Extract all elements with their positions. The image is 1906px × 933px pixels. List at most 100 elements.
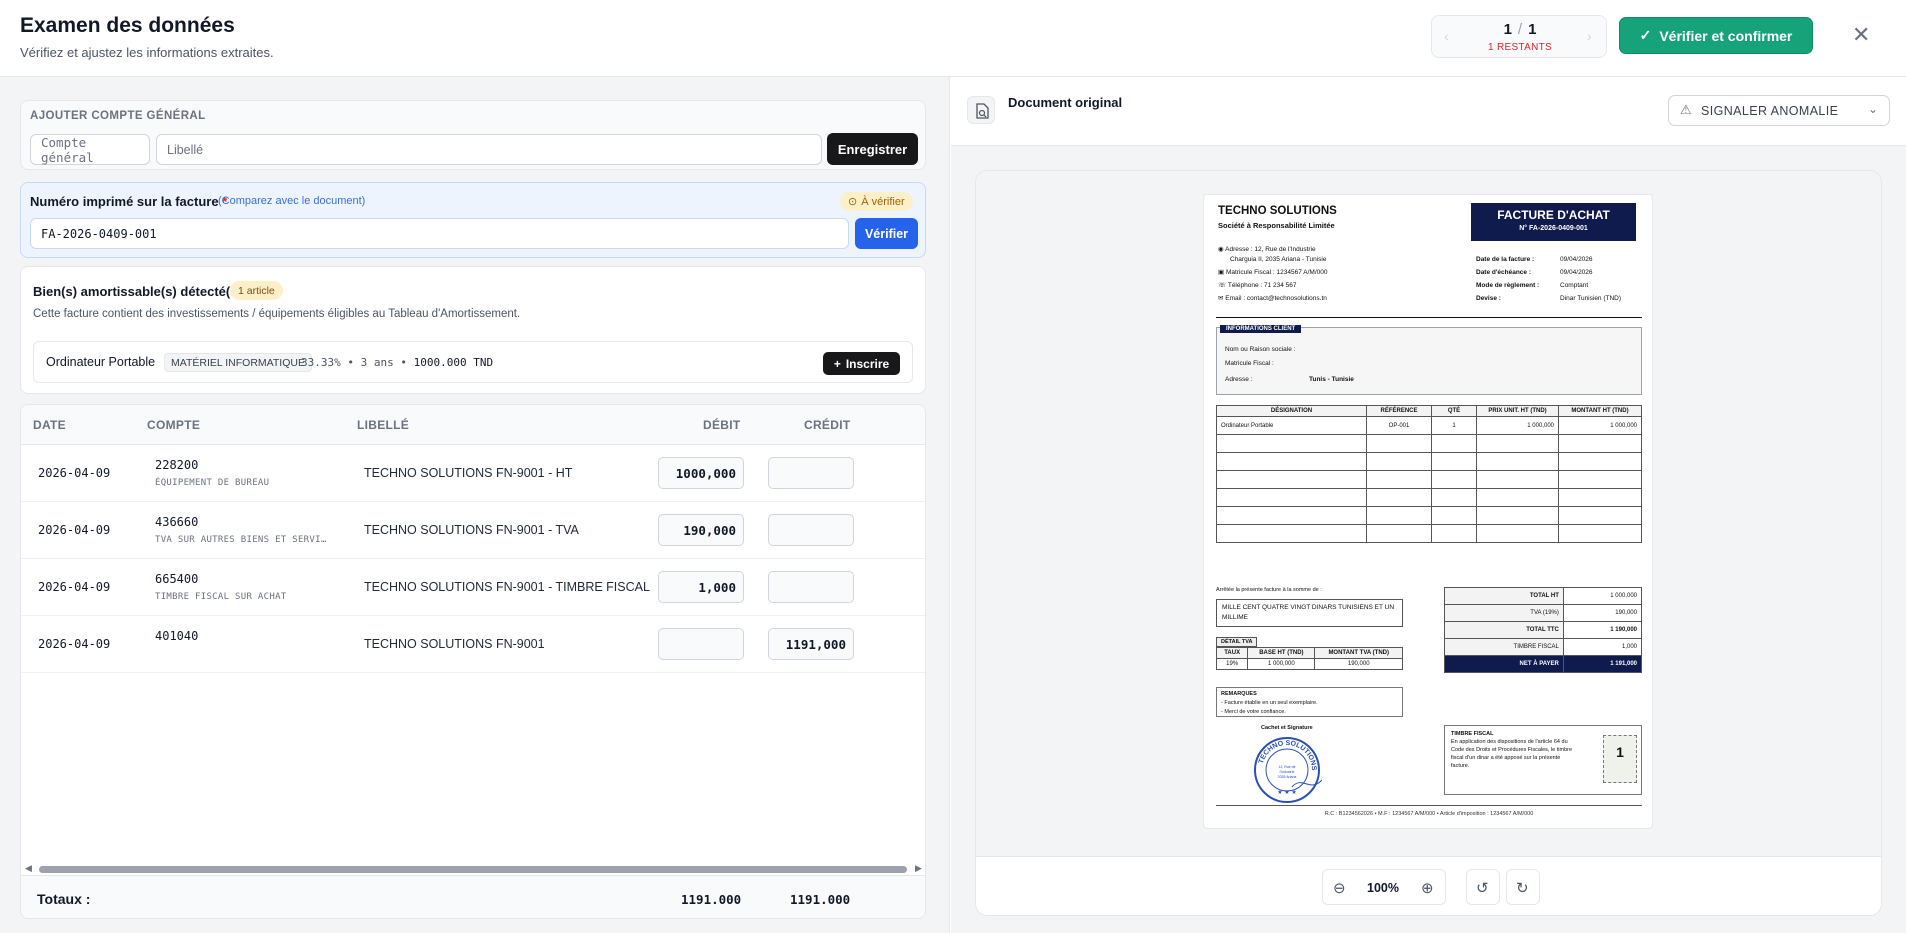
- total-credit: 1191.000: [790, 892, 851, 907]
- phone-icon: ☏: [1218, 282, 1227, 289]
- pager-remaining: 1 RESTANTS: [1488, 42, 1552, 53]
- journal-table: DATE COMPTE LIBELLÉ DÉBIT CRÉDIT 2026-04…: [20, 404, 926, 919]
- check-icon: ✓: [1639, 27, 1652, 43]
- table-row: 2026-04-09 436660 TVA SUR AUTRES BIENS E…: [21, 502, 925, 559]
- add-account-title: AJOUTER COMPTE GÉNÉRAL: [30, 110, 206, 122]
- company-stamp-seal: TECHNO SOLUTIONS 12, Rue de l'Industrie …: [1252, 735, 1323, 805]
- rotate-right-button[interactable]: ↻: [1506, 869, 1540, 905]
- asset-name: Ordinateur Portable: [46, 355, 156, 369]
- rotate-left-button[interactable]: ↺: [1466, 869, 1500, 905]
- warning-icon: ⚠: [1680, 102, 1693, 117]
- inv-amount-words: MILLE CENT QUATRE VINGT DINARS TUNISIENS…: [1216, 599, 1403, 627]
- scroll-left-icon[interactable]: ◀: [25, 863, 32, 874]
- rotate-left-icon: ↺: [1476, 880, 1489, 897]
- inv-company: TECHNO SOLUTIONS: [1218, 205, 1337, 217]
- zoom-toolbar: ⊖ 100% ⊕ ↺ ↻: [976, 856, 1881, 915]
- asset-item: Ordinateur Portable MATÉRIEL INFORMATIQU…: [33, 341, 913, 383]
- scroll-right-icon[interactable]: ▶: [915, 863, 922, 874]
- chevron-right-icon[interactable]: ›: [1587, 28, 1592, 44]
- total-debit: 1191.000: [681, 892, 742, 907]
- depreciable-assets-card: Bien(s) amortissable(s) détecté(s) 1 art…: [20, 266, 926, 394]
- row-label[interactable]: TECHNO SOLUTIONS FN-9001 - TVA: [364, 523, 579, 537]
- col-date: DATE: [33, 418, 66, 432]
- row-label[interactable]: TECHNO SOLUTIONS FN-9001 - TIMBRE FISCAL: [364, 580, 650, 594]
- inv-vat-tab: DÉTAIL TVA: [1216, 637, 1258, 647]
- debit-input[interactable]: 1000,000: [658, 457, 744, 489]
- inv-amount-intro: Arrêtée la présente facture à la somme d…: [1216, 587, 1322, 593]
- credit-input[interactable]: [768, 514, 854, 546]
- table-row: 2026-04-09 228200 ÉQUIPEMENT DE BUREAU T…: [21, 445, 925, 502]
- inv-stamp-title: Cachet et Signature: [1261, 725, 1313, 731]
- top-header: Examen des données Vérifiez et ajustez l…: [0, 0, 1906, 77]
- data-review-panel: AJOUTER COMPTE GÉNÉRAL Compte général Li…: [0, 77, 950, 933]
- row-label[interactable]: TECHNO SOLUTIONS FN-9001: [364, 637, 545, 651]
- svg-text:2035 Ariana: 2035 Ariana: [1278, 775, 1297, 779]
- row-account[interactable]: 228200: [155, 458, 198, 472]
- invoice-number-label: Numéro imprimé sur la facture *: [30, 194, 228, 209]
- debit-input[interactable]: 190,000: [658, 514, 744, 546]
- credit-input[interactable]: 1191,000: [768, 628, 854, 660]
- totals-row: Totaux : 1191.000 1191.000: [21, 875, 925, 918]
- pager-count: 1/1: [1503, 21, 1537, 38]
- account-label-input[interactable]: Libellé: [156, 134, 822, 165]
- row-label[interactable]: TECHNO SOLUTIONS FN-9001 - HT: [364, 466, 572, 480]
- id-icon: ▣: [1218, 269, 1225, 276]
- col-credit: CRÉDIT: [804, 418, 851, 432]
- save-account-button[interactable]: Enregistrer: [827, 133, 918, 165]
- rotate-right-icon: ↻: [1516, 880, 1529, 897]
- verify-confirm-button[interactable]: ✓ Vérifier et confirmer: [1619, 17, 1813, 54]
- divider: [1216, 805, 1642, 806]
- mail-icon: ✉: [1218, 295, 1224, 302]
- row-account-name: TVA SUR AUTRES BIENS ET SERVI…: [155, 535, 327, 545]
- document-title: Document original: [1008, 95, 1123, 110]
- table-row: 2026-04-09 665400 TIMBRE FISCAL SUR ACHA…: [21, 559, 925, 616]
- debit-input[interactable]: 1,000: [658, 571, 744, 603]
- close-icon[interactable]: ✕: [1852, 22, 1870, 48]
- credit-input[interactable]: [768, 571, 854, 603]
- scroll-thumb[interactable]: [39, 866, 907, 873]
- assets-count-badge: 1 article: [230, 281, 283, 300]
- inv-meta: Date de la facture :09/04/2026 Date d'éc…: [1476, 256, 1622, 302]
- row-account-name: ÉQUIPEMENT DE BUREAU: [155, 478, 270, 488]
- fiscal-stamp-image: 1: [1603, 735, 1637, 783]
- inv-vat-table: TAUX BASE HT (TND) MONTANT TVA (TND) 19% 1 …: [1215, 647, 1403, 670]
- row-account[interactable]: 665400: [155, 572, 198, 586]
- document-pager: ‹ 1/1 1 RESTANTS ›: [1431, 15, 1607, 58]
- col-account: COMPTE: [147, 418, 201, 432]
- zoom-out-icon[interactable]: ⊖: [1333, 879, 1346, 897]
- inv-lines-table: DÉSIGNATION RÉFÉRENCE QTÉ PRIX UNIT. HT …: [1216, 405, 1642, 543]
- account-number-input[interactable]: Compte général: [30, 134, 150, 165]
- horizontal-scrollbar[interactable]: ◀ ▶: [21, 861, 925, 875]
- invoice-number-input[interactable]: FA-2026-0409-001: [30, 218, 849, 249]
- inv-fiscal-stamp-box: TIMBRE FISCAL En application des disposi…: [1444, 725, 1642, 795]
- inv-remarks: REMARQUES - Facture établie en un seul e…: [1216, 687, 1403, 717]
- register-asset-button[interactable]: + Inscrire: [823, 352, 900, 375]
- inv-title-box: FACTURE D'ACHAT N° FA-2026-0409-001: [1471, 203, 1636, 241]
- document-header: Document original ⚠ SIGNALER ANOMALIE ⌄: [951, 77, 1906, 146]
- inv-totals-table: TOTAL HT 1 000,000 TVA (19%) 190,000 TOTAL…: [1444, 587, 1643, 673]
- row-account[interactable]: 401040: [155, 629, 198, 643]
- inv-company-details: ◉ Adresse : 12, Rue de l'Industrie Charg…: [1218, 246, 1328, 302]
- document-viewer[interactable]: TECHNO SOLUTIONS Société à Responsabilit…: [975, 170, 1882, 916]
- asset-category-tag: MATÉRIEL INFORMATIQUE: [164, 353, 312, 372]
- zoom-level: 100%: [1367, 881, 1399, 895]
- page-subtitle: Vérifiez et ajustez les informations ext…: [20, 45, 274, 60]
- zoom-in-icon[interactable]: ⊕: [1421, 879, 1434, 897]
- debit-input[interactable]: [658, 628, 744, 660]
- report-anomaly-dropdown[interactable]: ⚠ SIGNALER ANOMALIE ⌄: [1668, 95, 1890, 126]
- col-debit: DÉBIT: [703, 418, 741, 432]
- row-account[interactable]: 436660: [155, 515, 198, 529]
- asset-meta: 33.33% • 3 ans • 1000.000 TND: [301, 356, 494, 369]
- svg-text:l'Industrie: l'Industrie: [1280, 770, 1295, 774]
- chevron-down-icon: ⌄: [1868, 102, 1879, 116]
- row-date: 2026-04-09: [38, 580, 111, 594]
- plus-icon: +: [833, 356, 841, 371]
- verify-button[interactable]: Vérifier: [855, 218, 918, 249]
- row-date: 2026-04-09: [38, 466, 111, 480]
- location-icon: ◉: [1218, 246, 1224, 253]
- inv-company-type: Société à Responsabilité Limitée: [1218, 221, 1335, 230]
- credit-input[interactable]: [768, 457, 854, 489]
- assets-title: Bien(s) amortissable(s) détecté(s): [33, 284, 242, 299]
- document-panel: Document original ⚠ SIGNALER ANOMALIE ⌄ …: [951, 77, 1906, 933]
- inv-footer: R.C : B1234562026 • M.F : 1234567 A/M/00…: [1324, 811, 1534, 817]
